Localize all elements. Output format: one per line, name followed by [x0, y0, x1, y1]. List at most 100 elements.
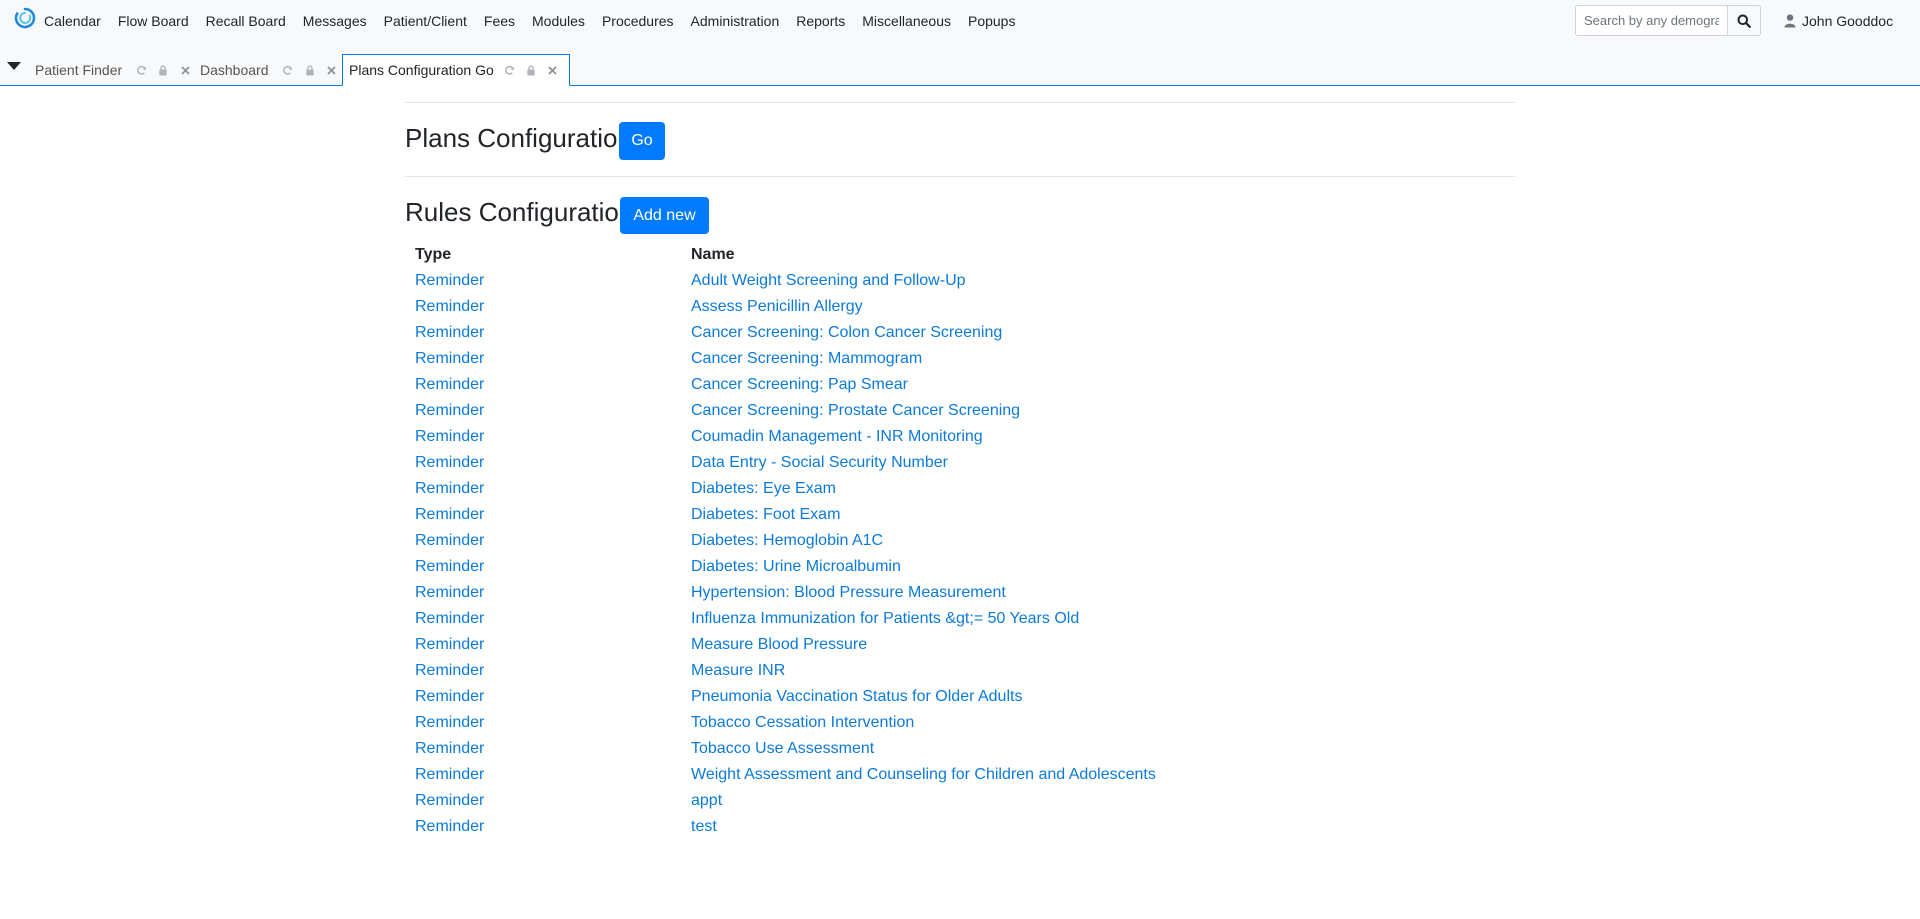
lock-icon[interactable] [520, 60, 541, 80]
rule-name-link[interactable]: Diabetes: Urine Microalbumin [691, 558, 901, 576]
close-icon[interactable] [321, 60, 343, 80]
rule-type-link[interactable]: Reminder [415, 402, 484, 420]
rule-type-link[interactable]: Reminder [415, 454, 484, 472]
rule-name-link[interactable]: Cancer Screening: Mammogram [691, 350, 922, 368]
refresh-icon[interactable] [130, 60, 152, 80]
rule-type-link[interactable]: Reminder [415, 376, 484, 394]
close-icon[interactable] [542, 60, 563, 80]
lock-icon[interactable] [152, 60, 174, 80]
table-row: Reminder Data Entry - Social Security Num… [405, 454, 1505, 480]
close-icon[interactable] [174, 60, 196, 80]
rule-type-link[interactable]: Reminder [415, 740, 484, 758]
search-button[interactable] [1728, 5, 1761, 36]
user-menu[interactable]: John Gooddoc [1784, 0, 1893, 42]
rule-type-link[interactable]: Reminder [415, 792, 484, 810]
rule-name-link[interactable]: Tobacco Use Assessment [691, 740, 874, 758]
refresh-icon[interactable] [499, 60, 520, 80]
rule-type-link[interactable]: Reminder [415, 506, 484, 524]
menu-administration[interactable]: Administration [691, 13, 780, 29]
rule-type-link[interactable]: Reminder [415, 636, 484, 654]
tabs-toggle-caret-icon[interactable] [7, 62, 21, 70]
user-name: John Gooddoc [1802, 13, 1894, 29]
rule-name-link[interactable]: Diabetes: Hemoglobin A1C [691, 532, 883, 550]
rule-type-link[interactable]: Reminder [415, 688, 484, 706]
rule-type-link[interactable]: Reminder [415, 350, 484, 368]
tab-plans-configuration[interactable]: Plans Configuration Go [342, 54, 570, 86]
menu-procedures[interactable]: Procedures [602, 13, 674, 29]
rule-name-link[interactable]: Assess Penicillin Allergy [691, 298, 863, 316]
refresh-icon[interactable] [277, 60, 299, 80]
menu-calendar[interactable]: Calendar [44, 13, 101, 29]
menu-recall-board[interactable]: Recall Board [206, 13, 286, 29]
rule-type-link[interactable]: Reminder [415, 532, 484, 550]
menu-popups[interactable]: Popups [968, 13, 1015, 29]
menu-messages[interactable]: Messages [303, 13, 367, 29]
rule-type-link[interactable]: Reminder [415, 480, 484, 498]
plans-go-button[interactable]: Go [619, 122, 665, 160]
table-row: Reminder appt [405, 792, 1505, 818]
rule-name-link[interactable]: Influenza Immunization for Patients &gt;… [691, 610, 1079, 628]
rule-name-link[interactable]: Measure INR [691, 662, 785, 680]
menu-miscellaneous[interactable]: Miscellaneous [862, 13, 951, 29]
table-row: Reminder Pneumonia Vaccination Status for… [405, 688, 1505, 714]
tab-patient-finder[interactable]: Patient Finder [35, 55, 196, 85]
column-header-type: Type [415, 246, 452, 263]
menu-fees[interactable]: Fees [484, 13, 515, 29]
table-row: Reminder Tobacco Use Assessment [405, 740, 1505, 766]
rule-type-link[interactable]: Reminder [415, 714, 484, 732]
menu-patient-client[interactable]: Patient/Client [384, 13, 467, 29]
table-row: Reminder Diabetes: Foot Exam [405, 506, 1505, 532]
top-navbar: Calendar Flow Board Recall Board Message… [0, 0, 1920, 42]
table-row: Reminder Measure INR [405, 662, 1505, 688]
table-row: Reminder Weight Assessment and Counseling… [405, 766, 1505, 792]
table-row: Reminder Hypertension: Blood Pressure Mea… [405, 584, 1505, 610]
rule-name-link[interactable]: Pneumonia Vaccination Status for Older A… [691, 688, 1022, 706]
rule-name-link[interactable]: Cancer Screening: Prostate Cancer Screen… [691, 402, 1020, 420]
rule-name-link[interactable]: Hypertension: Blood Pressure Measurement [691, 584, 1006, 602]
menu-flow-board[interactable]: Flow Board [118, 13, 189, 29]
rule-type-link[interactable]: Reminder [415, 818, 484, 836]
table-row: Reminder Cancer Screening: Mammogram [405, 350, 1505, 376]
user-icon [1784, 14, 1796, 28]
rule-type-link[interactable]: Reminder [415, 298, 484, 316]
rule-name-link[interactable]: Data Entry - Social Security Number [691, 454, 948, 472]
rule-type-link[interactable]: Reminder [415, 662, 484, 680]
rule-name-link[interactable]: appt [691, 792, 722, 810]
tab-label: Dashboard [200, 62, 269, 78]
menu-reports[interactable]: Reports [796, 13, 845, 29]
lock-icon[interactable] [299, 60, 321, 80]
add-new-rule-button[interactable]: Add new [620, 197, 709, 234]
rule-name-link[interactable]: Coumadin Management - INR Monitoring [691, 428, 983, 446]
rule-name-link[interactable]: Cancer Screening: Pap Smear [691, 376, 908, 394]
plans-configuration-title: Plans Configuration [405, 123, 632, 153]
rule-name-link[interactable]: Measure Blood Pressure [691, 636, 867, 654]
rule-name-link[interactable]: Diabetes: Eye Exam [691, 480, 836, 498]
table-row: Reminder Coumadin Management - INR Monito… [405, 428, 1505, 454]
rule-name-link[interactable]: Tobacco Cessation Intervention [691, 714, 914, 732]
rule-type-link[interactable]: Reminder [415, 610, 484, 628]
column-header-name: Name [691, 246, 735, 263]
search-icon [1737, 14, 1751, 28]
openemr-logo-icon[interactable] [14, 7, 36, 29]
main-menu: Calendar Flow Board Recall Board Message… [44, 0, 1032, 42]
rule-name-link[interactable]: Adult Weight Screening and Follow-Up [691, 272, 966, 290]
rule-type-link[interactable]: Reminder [415, 766, 484, 784]
rule-name-link[interactable]: Diabetes: Foot Exam [691, 506, 840, 524]
search-input[interactable] [1575, 5, 1728, 36]
table-row: Reminder Assess Penicillin Allergy [405, 298, 1505, 324]
divider [405, 102, 1515, 103]
tab-label: Plans Configuration Go [349, 62, 494, 78]
rule-type-link[interactable]: Reminder [415, 324, 484, 342]
rule-type-link[interactable]: Reminder [415, 428, 484, 446]
rule-name-link[interactable]: test [691, 818, 717, 836]
rule-name-link[interactable]: Cancer Screening: Colon Cancer Screening [691, 324, 1002, 342]
rule-type-link[interactable]: Reminder [415, 272, 484, 290]
tab-dashboard[interactable]: Dashboard [200, 55, 343, 85]
rule-name-link[interactable]: Weight Assessment and Counseling for Chi… [691, 766, 1156, 784]
rule-type-link[interactable]: Reminder [415, 584, 484, 602]
table-row: Reminder Influenza Immunization for Patie… [405, 610, 1505, 636]
tab-label: Patient Finder [35, 62, 123, 78]
table-row: Reminder Diabetes: Hemoglobin A1C [405, 532, 1505, 558]
rule-type-link[interactable]: Reminder [415, 558, 484, 576]
menu-modules[interactable]: Modules [532, 13, 585, 29]
